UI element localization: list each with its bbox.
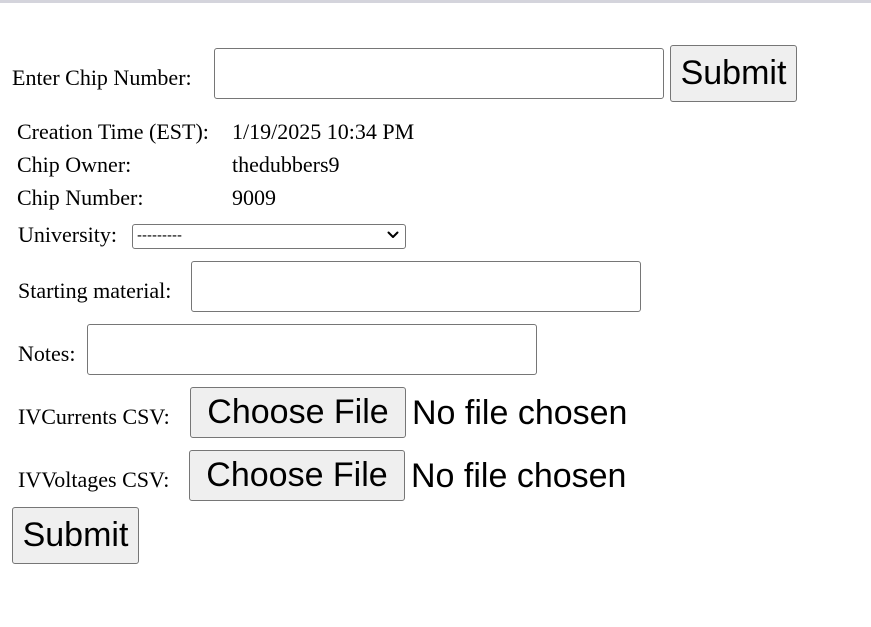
starting-material-input[interactable] xyxy=(191,261,641,312)
chevron-down-icon xyxy=(387,231,399,238)
iv-voltages-file-status: No file chosen xyxy=(411,457,627,495)
notes-input[interactable] xyxy=(87,324,537,375)
chip-number-label: Chip Number: xyxy=(17,185,144,210)
form-submit-button[interactable]: Submit xyxy=(12,507,139,564)
chip-number-lookup-label: Enter Chip Number: xyxy=(12,65,192,90)
chip-number-value: 9009 xyxy=(232,185,276,210)
iv-currents-label: IVCurrents CSV: xyxy=(18,404,170,429)
university-label: University: xyxy=(18,222,117,247)
iv-currents-file-status: No file chosen xyxy=(412,394,628,432)
chip-owner-label: Chip Owner: xyxy=(17,152,132,177)
chip-owner-value: thedubbers9 xyxy=(232,152,340,177)
chip-number-lookup-input[interactable] xyxy=(214,48,664,99)
top-border xyxy=(0,0,871,3)
lookup-submit-button[interactable]: Submit xyxy=(670,45,797,102)
iv-voltages-label: IVVoltages CSV: xyxy=(18,467,170,492)
iv-currents-choose-file-button[interactable]: Choose File xyxy=(190,387,406,438)
university-select[interactable]: --------- xyxy=(132,224,406,249)
starting-material-label: Starting material: xyxy=(18,278,172,303)
creation-time-value: 1/19/2025 10:34 PM xyxy=(232,119,415,144)
university-selected-value: --------- xyxy=(137,227,182,244)
creation-time-label: Creation Time (EST): xyxy=(17,119,209,144)
iv-voltages-choose-file-button[interactable]: Choose File xyxy=(189,450,405,501)
notes-label: Notes: xyxy=(18,341,76,366)
